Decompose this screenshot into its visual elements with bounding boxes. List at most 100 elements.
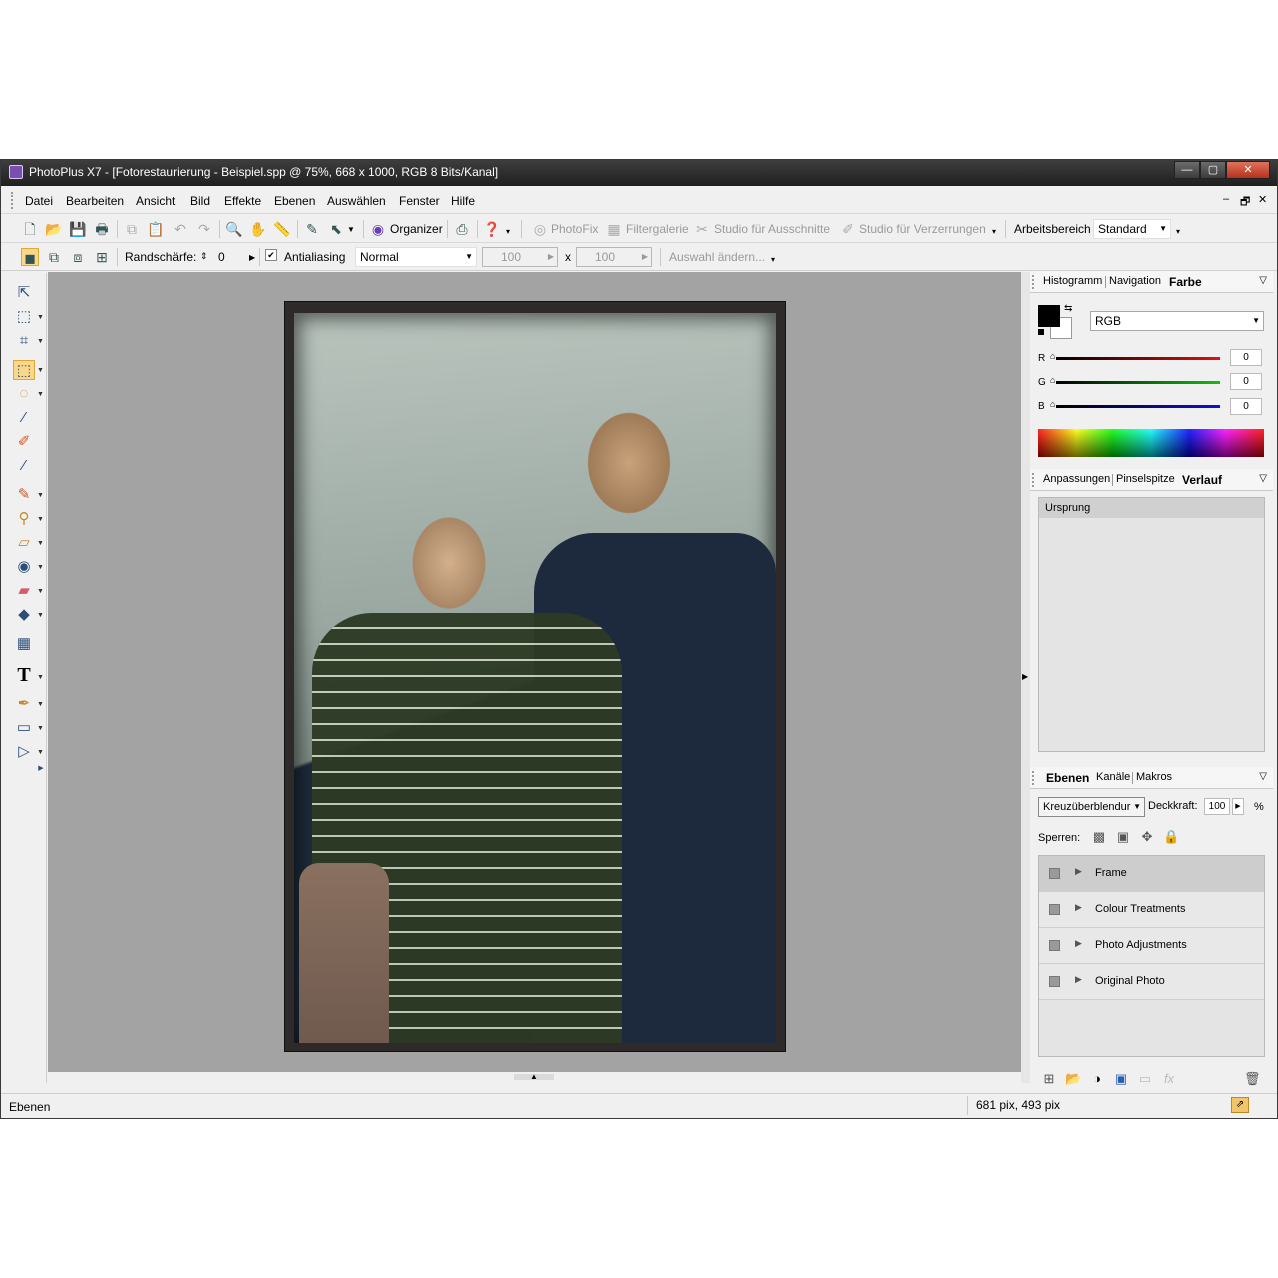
- layer-visibility-icon[interactable]: [1049, 904, 1060, 915]
- magic-wand-tool-icon[interactable]: ⁄: [13, 408, 35, 428]
- lasso-tool-icon[interactable]: ◌: [13, 384, 35, 404]
- redo-icon[interactable]: ↷: [195, 220, 213, 238]
- tab-makros[interactable]: Makros: [1136, 771, 1172, 783]
- menu-auswaehlen[interactable]: Auswählen: [327, 194, 386, 208]
- filtergalerie-button[interactable]: Filtergalerie: [626, 222, 689, 236]
- expand-arrow-icon[interactable]: ▶: [1075, 974, 1082, 985]
- deform-tool-icon[interactable]: ⬚: [13, 307, 35, 327]
- toolbar1b-overflow-icon[interactable]: ▾: [992, 227, 996, 236]
- b-slider-thumb[interactable]: ⌂: [1050, 399, 1058, 409]
- mesh-warp-tool-icon[interactable]: ▦: [13, 634, 35, 654]
- tab-kanaele[interactable]: Kanäle: [1096, 771, 1130, 783]
- opacity-slider-arrow-icon[interactable]: ▶: [1232, 798, 1244, 815]
- feather-input[interactable]: 0: [218, 250, 225, 264]
- foreground-color-swatch[interactable]: [1038, 305, 1060, 327]
- add-selection-mode-icon[interactable]: ⧉: [45, 248, 63, 266]
- selection-brush-tool-icon[interactable]: ✐: [13, 432, 35, 452]
- tab-navigation[interactable]: Navigation: [1109, 275, 1161, 287]
- expand-arrow-icon[interactable]: ▶: [1075, 866, 1082, 877]
- color-mode-select[interactable]: RGB ▼: [1090, 311, 1264, 331]
- copy-icon[interactable]: ⧉: [123, 220, 141, 238]
- doc-restore-button[interactable]: 🗗: [1240, 193, 1250, 212]
- g-channel-input[interactable]: 0: [1230, 373, 1262, 390]
- toolbox-expand-icon[interactable]: ▶: [37, 765, 45, 773]
- menu-bearbeiten[interactable]: Bearbeiten: [66, 194, 124, 208]
- panel-collapse-handle[interactable]: ▶: [1021, 272, 1030, 1083]
- antialias-checkbox[interactable]: ✔: [265, 249, 277, 261]
- delete-layer-icon[interactable]: 🗑: [1244, 1071, 1261, 1087]
- width-input[interactable]: 100 ▶: [482, 247, 558, 267]
- r-channel-slider[interactable]: [1056, 357, 1220, 360]
- ruler-icon[interactable]: 📏: [273, 220, 291, 238]
- lock-all-icon[interactable]: 🔒: [1163, 829, 1179, 845]
- menu-hilfe[interactable]: Hilfe: [451, 194, 475, 208]
- panel-menu-icon[interactable]: ▽: [1259, 473, 1267, 484]
- add-mask-icon[interactable]: ▣: [1113, 1071, 1129, 1087]
- lock-transparency-icon[interactable]: ▩: [1091, 829, 1107, 845]
- toolbar2-overflow-icon[interactable]: ▾: [771, 255, 775, 264]
- tab-ebenen[interactable]: Ebenen: [1046, 771, 1089, 785]
- menu-bild[interactable]: Bild: [190, 194, 210, 208]
- crop-tool-icon[interactable]: ⌗: [13, 331, 35, 351]
- layer-effects-icon[interactable]: fx: [1161, 1071, 1177, 1087]
- new-adjustment-layer-icon[interactable]: ◑: [1089, 1071, 1105, 1087]
- warp-studio-button[interactable]: Studio für Verzerrungen: [859, 222, 986, 236]
- lock-position-icon[interactable]: ✥: [1139, 829, 1155, 845]
- cutout-studio-button[interactable]: Studio für Ausschnitte: [714, 222, 830, 236]
- swap-colors-icon[interactable]: ⇆: [1064, 303, 1072, 314]
- layer-row[interactable]: ▶ Original Photo: [1039, 964, 1264, 1000]
- menu-ansicht[interactable]: Ansicht: [136, 194, 175, 208]
- undo-icon[interactable]: ↶: [171, 220, 189, 238]
- shape-tool-icon[interactable]: ▭: [13, 718, 35, 738]
- r-channel-input[interactable]: 0: [1230, 349, 1262, 366]
- intersect-selection-mode-icon[interactable]: ⊞: [93, 248, 111, 266]
- photofix-icon[interactable]: ◎: [531, 220, 549, 238]
- print-icon[interactable]: 🖶: [93, 220, 111, 238]
- b-channel-slider[interactable]: [1056, 405, 1220, 408]
- expand-arrow-icon[interactable]: ▶: [1075, 902, 1082, 913]
- save-icon[interactable]: 💾: [69, 220, 87, 238]
- photofix-button[interactable]: PhotoFix: [551, 222, 598, 236]
- cutout-studio-icon[interactable]: ✂: [693, 220, 711, 238]
- clone-tool-icon[interactable]: ⚲: [13, 509, 35, 529]
- fill-tool-icon[interactable]: ◆: [13, 605, 35, 625]
- menu-grip[interactable]: [11, 192, 15, 209]
- panel-menu-icon[interactable]: ▽: [1259, 771, 1267, 782]
- doc-close-button[interactable]: ✕: [1258, 193, 1267, 206]
- eyedropper-icon[interactable]: ✎: [303, 220, 321, 238]
- color-spectrum[interactable]: [1038, 429, 1264, 457]
- minimize-button[interactable]: —: [1174, 161, 1200, 179]
- help-icon[interactable]: ❓: [483, 220, 501, 238]
- red-eye-tool-icon[interactable]: ◉: [13, 557, 35, 577]
- move-tool-icon[interactable]: ⇱: [13, 283, 35, 303]
- open-folder-icon[interactable]: 📂: [45, 220, 63, 238]
- doc-minimize-button[interactable]: –: [1223, 193, 1229, 205]
- new-selection-mode-icon[interactable]: ◼: [21, 248, 39, 266]
- node-edit-tool-icon[interactable]: ▷: [13, 742, 35, 762]
- subtract-selection-mode-icon[interactable]: ⧈: [69, 248, 87, 266]
- select-arrow-icon[interactable]: ⬉: [327, 220, 345, 238]
- toolbar1c-overflow-icon[interactable]: ▾: [1176, 227, 1180, 236]
- filtergalerie-icon[interactable]: ▦: [605, 220, 623, 238]
- lock-pixels-icon[interactable]: ▣: [1115, 829, 1131, 845]
- opacity-input[interactable]: 100: [1204, 798, 1230, 815]
- fit-window-icon[interactable]: ⇗: [1231, 1097, 1249, 1113]
- hand-icon[interactable]: ✋: [249, 220, 267, 238]
- g-channel-slider[interactable]: [1056, 381, 1220, 384]
- g-slider-thumb[interactable]: ⌂: [1050, 375, 1058, 385]
- paintbrush-tool-icon[interactable]: ✎: [13, 485, 35, 505]
- panel-menu-icon[interactable]: ▽: [1259, 275, 1267, 286]
- r-slider-thumb[interactable]: ⌂: [1050, 351, 1058, 361]
- rectangle-selection-tool-icon[interactable]: ⬚: [13, 360, 35, 380]
- feather-slider-arrow-icon[interactable]: ▶: [249, 253, 255, 262]
- tab-farbe[interactable]: Farbe: [1169, 275, 1202, 289]
- menu-fenster[interactable]: Fenster: [399, 194, 440, 208]
- layer-blend-mode-select[interactable]: Kreuzüberblendur ▼: [1038, 797, 1145, 817]
- organizer-icon[interactable]: ◉: [369, 220, 387, 238]
- tab-histogramm[interactable]: Histogramm: [1043, 275, 1102, 287]
- maximize-button[interactable]: ▢: [1200, 161, 1226, 179]
- layer-visibility-icon[interactable]: [1049, 976, 1060, 987]
- modify-selection-button[interactable]: Auswahl ändern...: [669, 250, 765, 264]
- expand-arrow-icon[interactable]: ▶: [1075, 938, 1082, 949]
- feather-spin-icon[interactable]: ⇕: [200, 251, 208, 262]
